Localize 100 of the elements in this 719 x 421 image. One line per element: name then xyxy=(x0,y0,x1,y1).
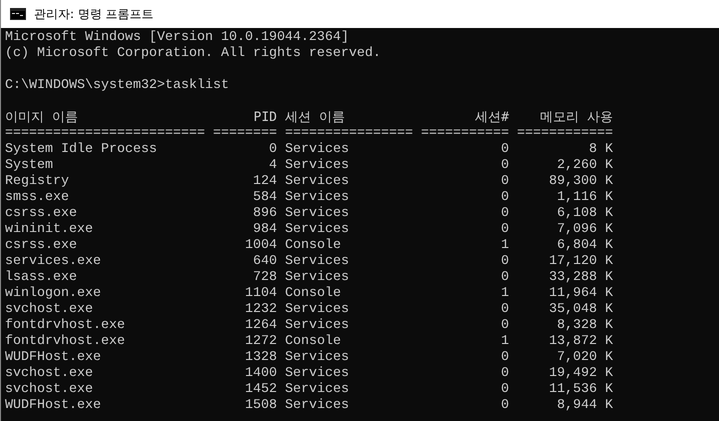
table-cell: 11,536 K xyxy=(549,382,613,398)
table-cell: 0 xyxy=(501,174,509,190)
table-cell: Services xyxy=(285,270,349,286)
table-cell: 1 xyxy=(501,286,509,302)
table-cell: WUDFHost.exe xyxy=(5,350,101,366)
table-cell: 0 xyxy=(501,222,509,238)
table-cell: 124 xyxy=(253,174,277,190)
table-cell: Console xyxy=(285,238,341,254)
table-cell: Services xyxy=(285,174,349,190)
table-cell: 1400 xyxy=(245,366,277,382)
table-cell: Console xyxy=(285,286,341,302)
table-cell: 1328 xyxy=(245,350,277,366)
table-cell: services.exe xyxy=(5,254,101,270)
table-cell: Services xyxy=(285,398,349,414)
column-header: 세션 이름 xyxy=(285,110,345,126)
separator-line: ======== xyxy=(213,126,277,142)
table-cell: 35,048 K xyxy=(549,302,613,318)
separator-line: ================ xyxy=(285,126,413,142)
table-cell: 0 xyxy=(501,190,509,206)
table-cell: 19,492 K xyxy=(549,366,613,382)
table-cell: fontdrvhost.exe xyxy=(5,318,125,334)
table-cell: 8,328 K xyxy=(557,318,613,334)
table-cell: 0 xyxy=(501,254,509,270)
table-cell: 0 xyxy=(501,142,509,158)
table-cell: 728 xyxy=(253,270,277,286)
table-cell: 1232 xyxy=(245,302,277,318)
table-cell: wininit.exe xyxy=(5,222,93,238)
table-cell: 7,096 K xyxy=(557,222,613,238)
table-cell: 640 xyxy=(253,254,277,270)
table-cell: Services xyxy=(285,382,349,398)
separator-line: =========== xyxy=(421,126,509,142)
table-cell: Services xyxy=(285,222,349,238)
table-cell: 0 xyxy=(501,270,509,286)
console-line: (c) Microsoft Corporation. All rights reserved. xyxy=(5,46,381,62)
table-cell: Services xyxy=(285,318,349,334)
console-line: Microsoft Windows [Version 10.0.19044.2364] xyxy=(5,30,349,46)
table-cell: 1 xyxy=(501,334,509,350)
table-cell: 6,108 K xyxy=(557,206,613,222)
table-cell: Services xyxy=(285,190,349,206)
table-cell: Services xyxy=(285,366,349,382)
table-cell: Services xyxy=(285,254,349,270)
table-cell: 0 xyxy=(501,366,509,382)
table-cell: 7,020 K xyxy=(557,350,613,366)
separator-line: ============ xyxy=(517,126,613,142)
table-cell: 1508 xyxy=(245,398,277,414)
window-title: 관리자: 명령 프롬프트 xyxy=(34,6,154,22)
table-cell: 1,116 K xyxy=(557,190,613,206)
table-cell: svchost.exe xyxy=(5,302,93,318)
table-cell: Services xyxy=(285,142,349,158)
table-cell: svchost.exe xyxy=(5,366,93,382)
table-cell: 13,872 K xyxy=(549,334,613,350)
table-cell: 0 xyxy=(501,318,509,334)
table-cell: System xyxy=(5,158,53,174)
table-cell: 1264 xyxy=(245,318,277,334)
table-cell: 896 xyxy=(253,206,277,222)
table-cell: Services xyxy=(285,206,349,222)
table-cell: 0 xyxy=(501,382,509,398)
table-cell: 0 xyxy=(501,158,509,174)
table-cell: Services xyxy=(285,350,349,366)
table-cell: Services xyxy=(285,302,349,318)
table-cell: 584 xyxy=(253,190,277,206)
table-cell: csrss.exe xyxy=(5,206,77,222)
table-cell: WUDFHost.exe xyxy=(5,398,101,414)
table-cell: 0 xyxy=(501,302,509,318)
column-header: 세션# xyxy=(475,110,509,126)
table-cell: lsass.exe xyxy=(5,270,77,286)
table-cell: System Idle Process xyxy=(5,142,157,158)
table-cell: 1 xyxy=(501,238,509,254)
table-cell: 6,804 K xyxy=(557,238,613,254)
table-cell: 8 K xyxy=(589,142,613,158)
table-cell: 1272 xyxy=(245,334,277,350)
table-cell: 984 xyxy=(253,222,277,238)
table-cell: 2,260 K xyxy=(557,158,613,174)
table-cell: svchost.exe xyxy=(5,382,93,398)
table-cell: 1452 xyxy=(245,382,277,398)
column-header: 이미지 이름 xyxy=(5,110,78,126)
table-cell: fontdrvhost.exe xyxy=(5,334,125,350)
table-cell: Services xyxy=(285,158,349,174)
table-cell: 0 xyxy=(501,350,509,366)
table-cell: Console xyxy=(285,334,341,350)
table-cell: 0 xyxy=(269,142,277,158)
table-cell: 17,120 K xyxy=(549,254,613,270)
table-cell: csrss.exe xyxy=(5,238,77,254)
table-cell: smss.exe xyxy=(5,190,69,206)
separator-line: ========================= xyxy=(5,126,205,142)
table-cell: 4 xyxy=(269,158,277,174)
table-cell: 0 xyxy=(501,398,509,414)
table-cell: winlogon.exe xyxy=(5,286,101,302)
column-header: 메모리 사용 xyxy=(540,110,613,126)
table-cell: Registry xyxy=(5,174,69,190)
column-header: PID xyxy=(254,110,277,126)
table-cell: 8,944 K xyxy=(557,398,613,414)
table-cell: 1104 xyxy=(245,286,277,302)
console-icon xyxy=(10,8,26,20)
table-cell: 11,964 K xyxy=(549,286,613,302)
table-cell: 1004 xyxy=(245,238,277,254)
table-cell: 33,288 K xyxy=(549,270,613,286)
table-cell: 89,300 K xyxy=(549,174,613,190)
table-cell: 0 xyxy=(501,206,509,222)
command-line: C:\WINDOWS\system32>tasklist xyxy=(5,78,229,94)
